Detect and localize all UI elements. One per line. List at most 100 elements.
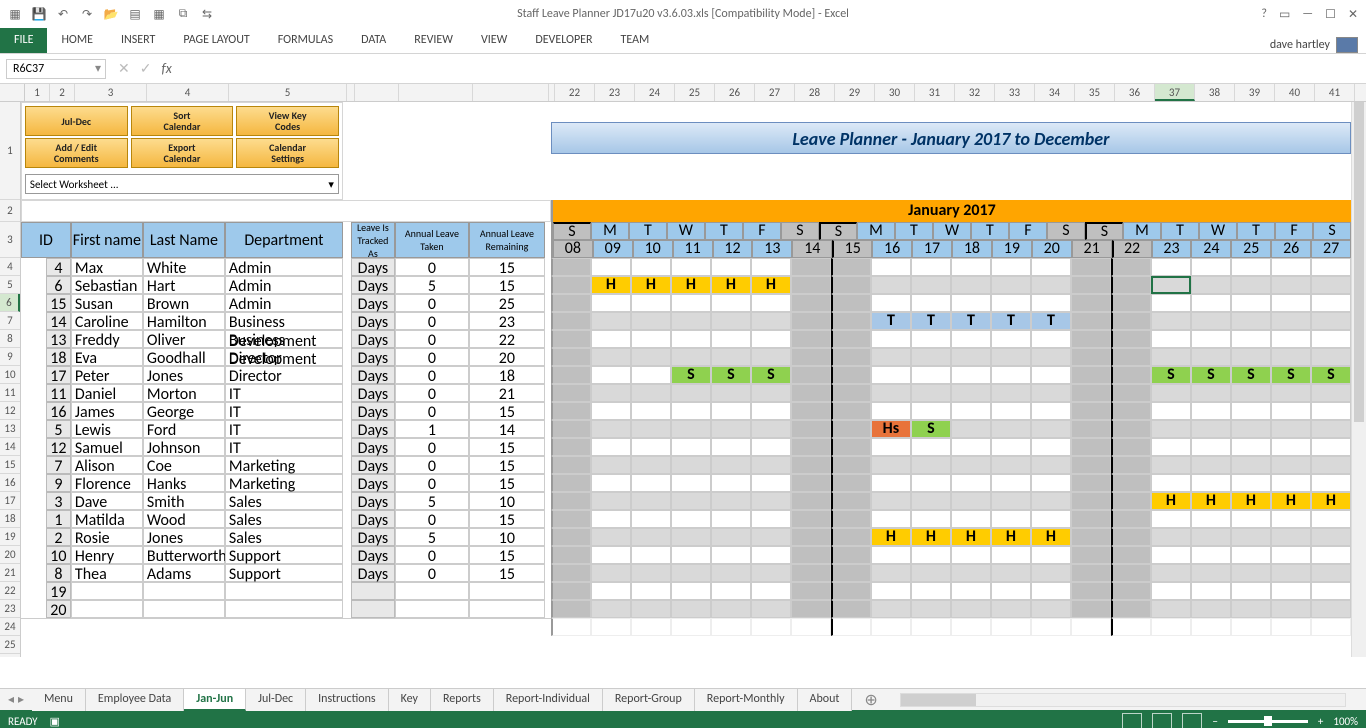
row-header-12[interactable]: 12 [0,402,20,420]
cal-cell-r8-c2[interactable] [631,402,671,420]
panel-btn-2[interactable]: View KeyCodes [236,106,339,136]
cal-cell-r14-c8[interactable] [871,510,911,528]
cal-cell-r15-c7[interactable] [831,528,871,546]
cal-cell-r13-c16[interactable]: H [1191,492,1231,510]
cal-cell-r1-c3[interactable]: H [671,276,711,294]
cal-cell-r17-c15[interactable] [1151,564,1191,582]
cal-cell-r15-c11[interactable]: H [991,528,1031,546]
cal-cell-r8-c9[interactable] [911,402,951,420]
cal-cell-r19-c6[interactable] [791,600,831,618]
cal-cell-r3-c1[interactable] [591,312,631,330]
cal-cell-r2-c14[interactable] [1111,294,1151,312]
cal-cell-r3-c7[interactable] [831,312,871,330]
cal-cell-r9-c16[interactable] [1191,420,1231,438]
row-header-8[interactable]: 8 [0,330,20,348]
cal-cell-r5-c10[interactable] [951,348,991,366]
cal-cell-r10-c4[interactable] [711,438,751,456]
cal-cell-r15-c13[interactable] [1071,528,1111,546]
cal-cell-r10-c17[interactable] [1231,438,1271,456]
cal-cell-r14-c9[interactable] [911,510,951,528]
cal-cell-r19-c0[interactable] [551,600,591,618]
row-header-18[interactable]: 18 [0,510,20,528]
cal-cell-r14-c12[interactable] [1031,510,1071,528]
cal-cell-r4-c7[interactable] [831,330,871,348]
cal-cell-r9-c1[interactable] [591,420,631,438]
cal-cell-r18-c13[interactable] [1071,582,1111,600]
cal-cell-r11-c16[interactable] [1191,456,1231,474]
cal-cell-r18-c10[interactable] [951,582,991,600]
cal-cell-r1-c19[interactable] [1311,276,1351,294]
cal-cell-r5-c11[interactable] [991,348,1031,366]
cal-cell-r1-c10[interactable] [951,276,991,294]
cal-cell-r14-c11[interactable] [991,510,1031,528]
cal-cell-r6-c8[interactable] [871,366,911,384]
row-header-25[interactable]: 25 [0,636,20,654]
zoom-in-icon[interactable]: + [1318,715,1323,728]
cal-cell-r0-c8[interactable] [871,258,911,276]
cal-cell-r17-c16[interactable] [1191,564,1231,582]
cal-cell-r2-c17[interactable] [1231,294,1271,312]
tab-nav-last-icon[interactable]: ▸ [18,692,24,707]
cal-cell-r1-c17[interactable] [1231,276,1271,294]
cal-cell-r15-c5[interactable] [751,528,791,546]
col-header-41[interactable]: 41 [1315,84,1355,101]
cal-cell-r19-c7[interactable] [831,600,871,618]
cal-cell-r17-c9[interactable] [911,564,951,582]
col-header-37[interactable]: 37 [1155,84,1195,101]
cal-cell-r6-c1[interactable] [591,366,631,384]
cal-cell-r13-c9[interactable] [911,492,951,510]
col-header-33[interactable]: 33 [995,84,1035,101]
cal-cell-r8-c19[interactable] [1311,402,1351,420]
cal-cell-r1-c7[interactable] [831,276,871,294]
col-header-30[interactable]: 30 [875,84,915,101]
cal-cell-r1-c1[interactable]: H [591,276,631,294]
cal-cell-r4-c10[interactable] [951,330,991,348]
col-header-2[interactable]: 2 [50,84,75,101]
cal-cell-r9-c2[interactable] [631,420,671,438]
cal-cell-r10-c0[interactable] [551,438,591,456]
cal-cell-r1-c6[interactable] [791,276,831,294]
cal-cell-r19-c13[interactable] [1071,600,1111,618]
ribbon-tab-view[interactable]: VIEW [467,27,521,53]
cal-cell-r16-c4[interactable] [711,546,751,564]
cal-cell-r5-c13[interactable] [1071,348,1111,366]
col-header-24[interactable]: 24 [635,84,675,101]
cal-cell-r9-c14[interactable] [1111,420,1151,438]
cal-cell-r8-c13[interactable] [1071,402,1111,420]
switch-icon[interactable]: ⇆ [198,5,216,23]
cal-cell-r19-c16[interactable] [1191,600,1231,618]
maximize-icon[interactable]: ☐ [1325,7,1336,22]
cal-cell-r9-c17[interactable] [1231,420,1271,438]
cal-cell-r7-c16[interactable] [1191,384,1231,402]
col-header-40[interactable]: 40 [1275,84,1315,101]
cal-cell-r19-c4[interactable] [711,600,751,618]
cal-cell-r1-c5[interactable]: H [751,276,791,294]
cal-cell-r18-c19[interactable] [1311,582,1351,600]
cal-cell-r12-c5[interactable] [751,474,791,492]
cal-cell-r3-c2[interactable] [631,312,671,330]
cal-cell-r18-c3[interactable] [671,582,711,600]
cal-cell-r19-c10[interactable] [951,600,991,618]
cal-cell-r3-c13[interactable] [1071,312,1111,330]
cal-cell-r9-c3[interactable] [671,420,711,438]
col-header-26[interactable]: 26 [715,84,755,101]
cal-cell-r2-c9[interactable] [911,294,951,312]
cal-cell-r6-c10[interactable] [951,366,991,384]
cal-cell-r9-c11[interactable] [991,420,1031,438]
cal-cell-r5-c19[interactable] [1311,348,1351,366]
cal-cell-r15-c15[interactable] [1151,528,1191,546]
cal-cell-r13-c2[interactable] [631,492,671,510]
cal-cell-r3-c14[interactable] [1111,312,1151,330]
formula-bar[interactable] [184,59,1366,79]
cal-cell-r14-c1[interactable] [591,510,631,528]
cal-cell-r8-c15[interactable] [1151,402,1191,420]
cal-cell-r18-c16[interactable] [1191,582,1231,600]
cal-cell-r3-c10[interactable]: T [951,312,991,330]
row-header-24[interactable]: 24 [0,618,20,636]
ribbon-tab-formulas[interactable]: FORMULAS [264,27,347,53]
cal-cell-r15-c3[interactable] [671,528,711,546]
cal-cell-r9-c13[interactable] [1071,420,1111,438]
cal-cell-r10-c12[interactable] [1031,438,1071,456]
zoom-out-icon[interactable]: − [1212,715,1217,728]
user-avatar[interactable] [1336,37,1358,53]
